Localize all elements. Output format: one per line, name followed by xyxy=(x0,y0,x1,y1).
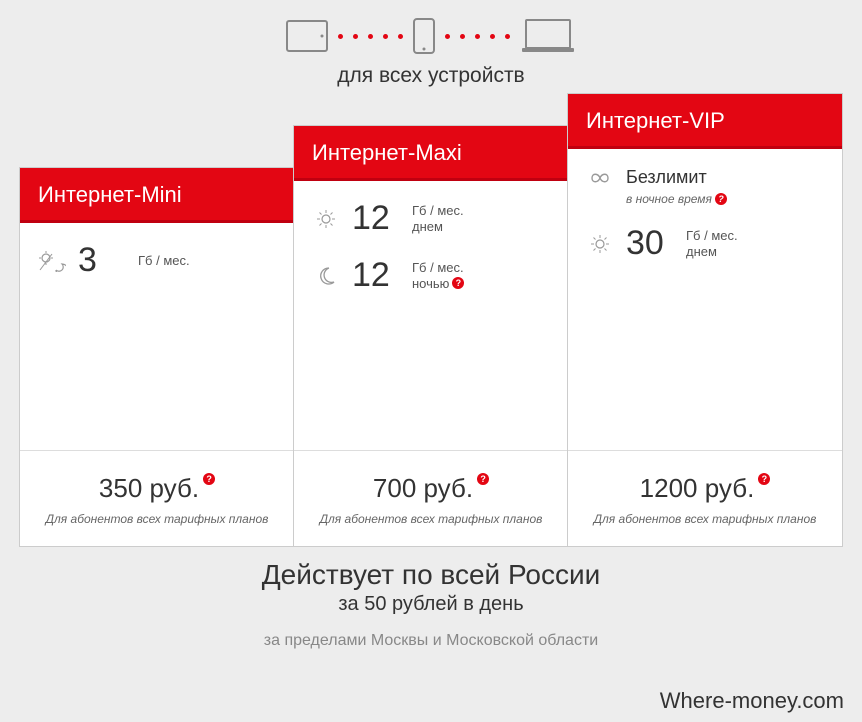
data-row-night: 12 Гб / мес. ночью? xyxy=(312,256,550,295)
watermark: Where-money.com xyxy=(660,688,844,714)
plan-footer: 700 руб. ? Для абонентов всех тарифных п… xyxy=(294,450,568,546)
phone-icon xyxy=(413,18,435,54)
plans-container: Интернет-Mini 3 Гб / мес. 350 руб. ? Для… xyxy=(0,93,862,547)
data-amount: 30 xyxy=(626,224,674,263)
device-icons-row xyxy=(0,0,862,54)
plan-body: Безлимит в ночное время ? 30 Гб / мес. д… xyxy=(568,149,842,450)
plan-footer-sub: Для абонентов всех тарифных планов xyxy=(310,512,552,526)
devices-caption: для всех устройств xyxy=(0,64,862,88)
plan-card-maxi: Интернет-Maxi 12 Гб / мес. днем 12 Гб / … xyxy=(293,125,569,547)
plan-card-vip: Интернет-VIP Безлимит в ночное время ? 3… xyxy=(567,93,843,547)
data-row-day: 30 Гб / мес. днем xyxy=(586,224,824,263)
info-icon[interactable]: ? xyxy=(758,473,770,485)
laptop-icon xyxy=(520,18,576,54)
data-amount: 12 xyxy=(352,199,400,238)
footer-sub1: за 50 рублей в день xyxy=(0,593,862,616)
sun-moon-icon xyxy=(38,250,66,272)
data-amount: 3 xyxy=(78,241,126,280)
plan-title: Интернет-Maxi xyxy=(294,126,568,181)
plan-body: 12 Гб / мес. днем 12 Гб / мес. ночью? xyxy=(294,181,568,450)
plan-price: 1200 руб. ? xyxy=(640,473,771,504)
footer-sub2: за пределами Москвы и Московской области xyxy=(0,632,862,650)
data-unit: Гб / мес. днем xyxy=(686,228,738,259)
info-icon[interactable]: ? xyxy=(715,193,727,205)
footer-title: Действует по всей России xyxy=(0,559,862,591)
data-row-day: 12 Гб / мес. днем xyxy=(312,199,550,238)
plan-price: 700 руб. ? xyxy=(373,473,489,504)
data-unit: Гб / мес. xyxy=(138,253,190,269)
data-amount: 12 xyxy=(352,256,400,295)
plan-title: Интернет-Mini xyxy=(20,168,294,223)
plan-title: Интернет-VIP xyxy=(568,94,842,149)
data-unit: Гб / мес. ночью? xyxy=(412,260,464,291)
plan-footer-sub: Для абонентов всех тарифных планов xyxy=(584,512,826,526)
footer: Действует по всей России за 50 рублей в … xyxy=(0,559,862,650)
unlimited-sub: в ночное время ? xyxy=(626,192,824,206)
moon-icon xyxy=(312,265,340,287)
data-row: 3 Гб / мес. xyxy=(38,241,276,280)
plan-footer-sub: Для абонентов всех тарифных планов xyxy=(36,512,278,526)
sun-icon xyxy=(312,207,340,231)
plan-footer: 350 руб. ? Для абонентов всех тарифных п… xyxy=(20,450,294,546)
data-row-unlimited: Безлимит xyxy=(586,167,824,188)
plan-card-mini: Интернет-Mini 3 Гб / мес. 350 руб. ? Для… xyxy=(19,167,295,547)
sun-icon xyxy=(586,232,614,256)
plan-price: 350 руб. ? xyxy=(99,473,215,504)
info-icon[interactable]: ? xyxy=(477,473,489,485)
tablet-icon xyxy=(286,20,328,52)
data-unit: Гб / мес. днем xyxy=(412,203,464,234)
infinity-icon xyxy=(586,170,614,186)
connector-dots xyxy=(445,34,510,39)
plan-footer: 1200 руб. ? Для абонентов всех тарифных … xyxy=(568,450,842,546)
connector-dots xyxy=(338,34,403,39)
plan-body: 3 Гб / мес. xyxy=(20,223,294,450)
info-icon[interactable]: ? xyxy=(452,277,464,289)
unlimited-label: Безлимит xyxy=(626,167,707,188)
info-icon[interactable]: ? xyxy=(203,473,215,485)
